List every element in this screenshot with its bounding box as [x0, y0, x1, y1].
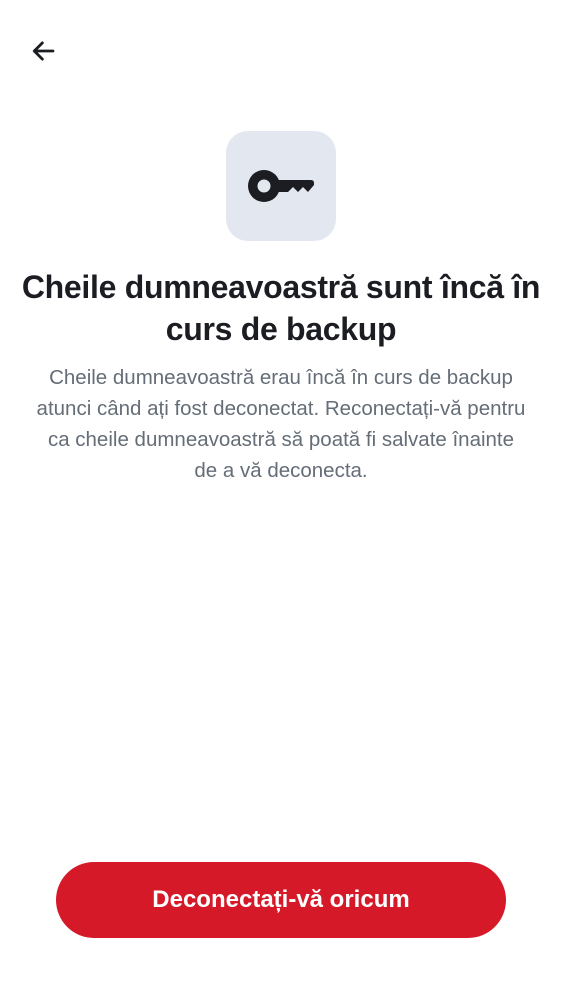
back-button[interactable]	[22, 30, 64, 72]
signout-anyway-button[interactable]: Deconectați-vă oricum	[56, 862, 506, 938]
key-icon-tile	[226, 131, 336, 241]
key-icon	[248, 170, 314, 202]
page-description: Cheile dumneavoastră erau încă în curs d…	[36, 366, 526, 482]
arrow-left-icon	[32, 41, 55, 61]
page-title: Cheile dumneavoastră sunt încă în curs d…	[21, 269, 541, 347]
